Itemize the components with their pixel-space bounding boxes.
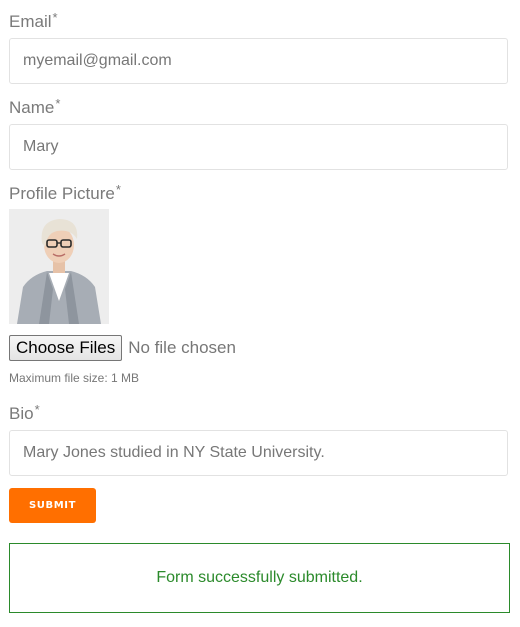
email-label: Email*	[9, 10, 58, 33]
profile-photo-image	[9, 209, 109, 324]
file-input[interactable]: Choose Files No file chosen	[9, 334, 236, 361]
profile-picture-label-text: Profile Picture	[9, 184, 115, 203]
bio-value: Mary Jones studied in NY State Universit…	[23, 444, 325, 461]
name-field[interactable]: Mary	[9, 124, 508, 170]
required-asterisk: *	[55, 96, 61, 111]
choose-files-button[interactable]: Choose Files	[9, 334, 123, 361]
required-asterisk: *	[52, 10, 58, 25]
success-message-box: Form successfully submitted.	[9, 543, 510, 613]
file-status: No file chosen	[128, 337, 236, 357]
required-asterisk: *	[34, 402, 40, 417]
success-message: Form successfully submitted.	[156, 569, 363, 586]
file-size-hint: Maximum file size: 1 MB	[9, 371, 140, 385]
submit-button[interactable]: SUBMIT	[9, 488, 96, 523]
profile-picture-preview	[9, 209, 109, 324]
bio-field[interactable]: Mary Jones studied in NY State Universit…	[9, 430, 508, 476]
profile-picture-label: Profile Picture*	[9, 182, 121, 205]
bio-label: Bio*	[9, 402, 40, 425]
email-field[interactable]: myemail@gmail.com	[9, 38, 508, 84]
name-value: Mary	[23, 138, 59, 155]
email-label-text: Email	[9, 12, 52, 31]
email-value: myemail@gmail.com	[23, 52, 172, 69]
name-label-text: Name	[9, 98, 55, 117]
required-asterisk: *	[115, 182, 121, 197]
name-label: Name*	[9, 96, 61, 119]
bio-label-text: Bio	[9, 404, 34, 423]
